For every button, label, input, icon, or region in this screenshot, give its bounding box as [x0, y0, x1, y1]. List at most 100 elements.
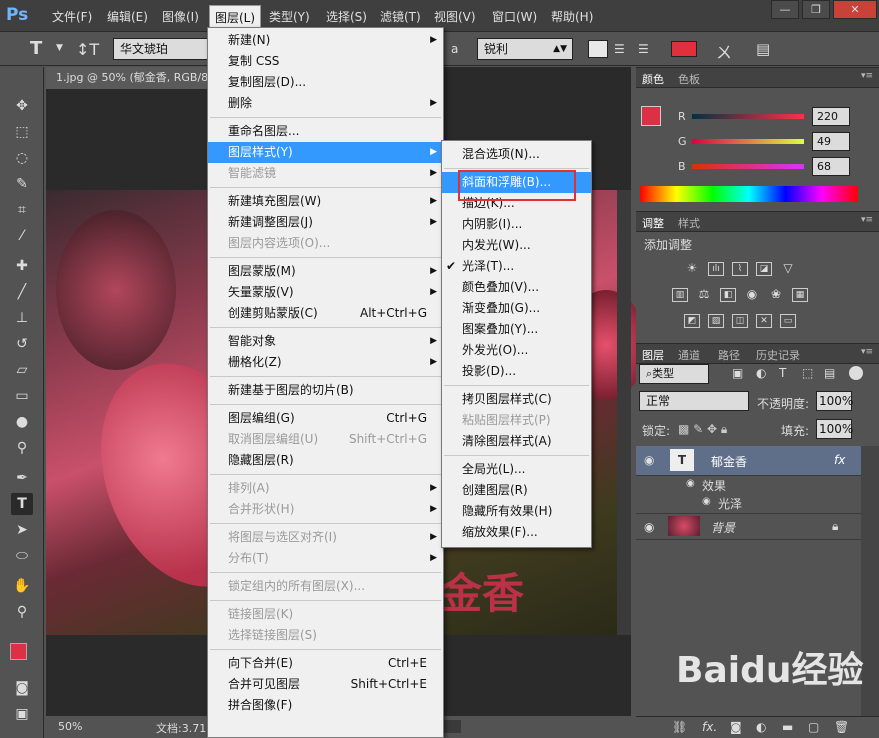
- exposure-icon[interactable]: ◪: [756, 262, 772, 276]
- menu-file[interactable]: 文件(F): [52, 8, 92, 25]
- style-menu-item[interactable]: 拷贝图层样式(C): [442, 389, 591, 410]
- close-button[interactable]: ✕: [833, 0, 877, 19]
- menu-image[interactable]: 图像(I): [162, 8, 199, 25]
- layer-menu-item[interactable]: 新建调整图层(J) ▶: [208, 212, 443, 233]
- brush-tool-icon[interactable]: ╱: [11, 281, 33, 303]
- new-layer-icon[interactable]: ▢: [808, 720, 819, 734]
- character-panel-icon[interactable]: ▤: [756, 40, 770, 58]
- tab-color[interactable]: 颜色: [642, 71, 664, 87]
- threshold-icon[interactable]: ◫: [732, 314, 748, 328]
- style-menu-item[interactable]: ✔ 光泽(T)...: [442, 256, 591, 277]
- channel-mixer-icon[interactable]: ❀: [768, 288, 784, 302]
- move-tool-icon[interactable]: ✥: [11, 95, 33, 117]
- layer-effect-satin-row[interactable]: ◉ 光泽: [636, 494, 861, 514]
- healing-brush-icon[interactable]: ✚: [11, 255, 33, 277]
- green-slider-track[interactable]: [692, 139, 804, 144]
- trash-icon[interactable]: 🗑︎: [834, 720, 849, 734]
- warp-text-icon[interactable]: ㄨ: [716, 39, 732, 63]
- ellipse-tool-icon[interactable]: ⬭: [11, 545, 33, 567]
- layer-menu-item[interactable]: 隐藏图层(R): [208, 450, 443, 471]
- zoom-tool-icon[interactable]: ⚲: [11, 601, 33, 623]
- style-menu-item[interactable]: 图案叠加(Y)...: [442, 319, 591, 340]
- eye-icon[interactable]: ◉: [644, 453, 654, 467]
- layer-menu-item[interactable]: 拼合图像(F): [208, 695, 443, 716]
- marquee-tool-icon[interactable]: ⬚: [11, 121, 33, 143]
- layer-menu-item[interactable]: 矢量蒙版(V) ▶: [208, 282, 443, 303]
- tab-layers[interactable]: 图层: [642, 347, 664, 363]
- link-icon[interactable]: ⛓: [672, 720, 687, 734]
- tab-adjustments[interactable]: 调整: [642, 215, 664, 231]
- filter-smart-icon[interactable]: ▤: [824, 366, 835, 380]
- stamp-tool-icon[interactable]: ⊥: [11, 307, 33, 329]
- layer-menu-item[interactable]: 新建(N) ▶: [208, 30, 443, 51]
- fx-icon[interactable]: fx.: [702, 720, 717, 734]
- group-folder-icon[interactable]: ▬: [782, 720, 793, 734]
- blue-value-input[interactable]: 68: [812, 157, 850, 176]
- panel-menu-icon[interactable]: ▾≡: [861, 347, 873, 357]
- zoom-level[interactable]: 50%: [58, 720, 82, 733]
- tab-channels[interactable]: 通道: [678, 347, 700, 363]
- layer-row-background[interactable]: ◉ 背景 🔒︎: [636, 514, 861, 540]
- text-color-swatch[interactable]: [671, 41, 697, 57]
- layer-menu-item[interactable]: 向下合并(E) Ctrl+E: [208, 653, 443, 674]
- gradient-tool-icon[interactable]: ▭: [11, 385, 33, 407]
- mask-icon[interactable]: ◙: [730, 720, 742, 734]
- fill-input[interactable]: 100%: [816, 419, 853, 439]
- hue-saturation-icon[interactable]: ▥: [672, 288, 688, 302]
- layer-menu-item[interactable]: 合并可见图层 Shift+Ctrl+E: [208, 674, 443, 695]
- brightness-icon[interactable]: ☀: [684, 262, 700, 276]
- type-tool-icon[interactable]: T: [30, 38, 42, 59]
- layer-menu-item[interactable]: 图层样式(Y) ▶: [208, 142, 443, 163]
- style-menu-item[interactable]: 投影(D)...: [442, 361, 591, 382]
- history-brush-icon[interactable]: ↺: [11, 333, 33, 355]
- quick-select-icon[interactable]: ✎: [11, 173, 33, 195]
- invert-icon[interactable]: ◩: [684, 314, 700, 328]
- layer-menu-item[interactable]: 删除 ▶: [208, 93, 443, 114]
- red-value-input[interactable]: 220: [812, 107, 850, 126]
- photo-filter-icon[interactable]: ◉: [744, 288, 760, 302]
- color-spectrum-bar[interactable]: [640, 186, 858, 202]
- crop-tool-icon[interactable]: ⌗: [11, 199, 33, 221]
- layer-menu-item[interactable]: 创建剪贴蒙版(C) Alt+Ctrl+G: [208, 303, 443, 324]
- layer-name[interactable]: 郁金香: [711, 453, 747, 470]
- tab-history[interactable]: 历史记录: [756, 347, 800, 363]
- layer-menu-item[interactable]: 栅格化(Z) ▶: [208, 352, 443, 373]
- foreground-color-swatch[interactable]: [10, 643, 27, 660]
- layer-menu-item[interactable]: 图层编组(G) Ctrl+G: [208, 408, 443, 429]
- style-menu-item[interactable]: 清除图层样式(A): [442, 431, 591, 452]
- style-menu-item[interactable]: 创建图层(R): [442, 480, 591, 501]
- layer-name[interactable]: 背景: [711, 519, 735, 536]
- align-left-button[interactable]: [588, 40, 608, 58]
- tab-styles[interactable]: 样式: [678, 215, 700, 231]
- minimize-button[interactable]: —: [771, 0, 799, 19]
- lasso-tool-icon[interactable]: ◌: [11, 147, 33, 169]
- tab-paths[interactable]: 路径: [718, 347, 740, 363]
- eyedropper-icon[interactable]: ⁄: [11, 225, 33, 247]
- levels-icon[interactable]: ılı: [708, 262, 724, 276]
- pen-tool-icon[interactable]: ✒: [11, 467, 33, 489]
- style-menu-item[interactable]: 隐藏所有效果(H): [442, 501, 591, 522]
- color-lookup-icon[interactable]: ▦: [792, 288, 808, 302]
- color-balance-icon[interactable]: ⚖: [696, 288, 712, 302]
- blue-slider[interactable]: B 68: [636, 156, 879, 178]
- style-menu-item[interactable]: 全局光(L)...: [442, 459, 591, 480]
- dodge-tool-icon[interactable]: ⚲: [11, 437, 33, 459]
- menu-edit[interactable]: 编辑(E): [107, 8, 148, 25]
- lock-icons[interactable]: ▩ ✎ ✥ 🔒︎: [678, 422, 727, 437]
- layer-menu-item[interactable]: 新建填充图层(W) ▶: [208, 191, 443, 212]
- hand-tool-icon[interactable]: ✋: [11, 575, 33, 597]
- posterize-icon[interactable]: ▨: [708, 314, 724, 328]
- selective-color-icon[interactable]: ✕: [756, 314, 772, 328]
- menu-window[interactable]: 窗口(W): [492, 8, 537, 25]
- eye-icon[interactable]: ◉: [644, 520, 654, 534]
- filter-shape-icon[interactable]: ⬚: [802, 366, 813, 380]
- gradient-map-icon[interactable]: ▭: [780, 314, 796, 328]
- style-menu-item[interactable]: 外发光(O)...: [442, 340, 591, 361]
- eraser-tool-icon[interactable]: ▱: [11, 359, 33, 381]
- black-white-icon[interactable]: ◧: [720, 288, 736, 302]
- blend-mode-select[interactable]: 正常: [639, 391, 749, 411]
- menu-help[interactable]: 帮助(H): [551, 8, 593, 25]
- opacity-input[interactable]: 100%: [816, 391, 853, 411]
- chevron-down-icon[interactable]: ▼: [56, 43, 63, 53]
- layer-row-text[interactable]: ◉ T 郁金香 fx: [636, 446, 861, 476]
